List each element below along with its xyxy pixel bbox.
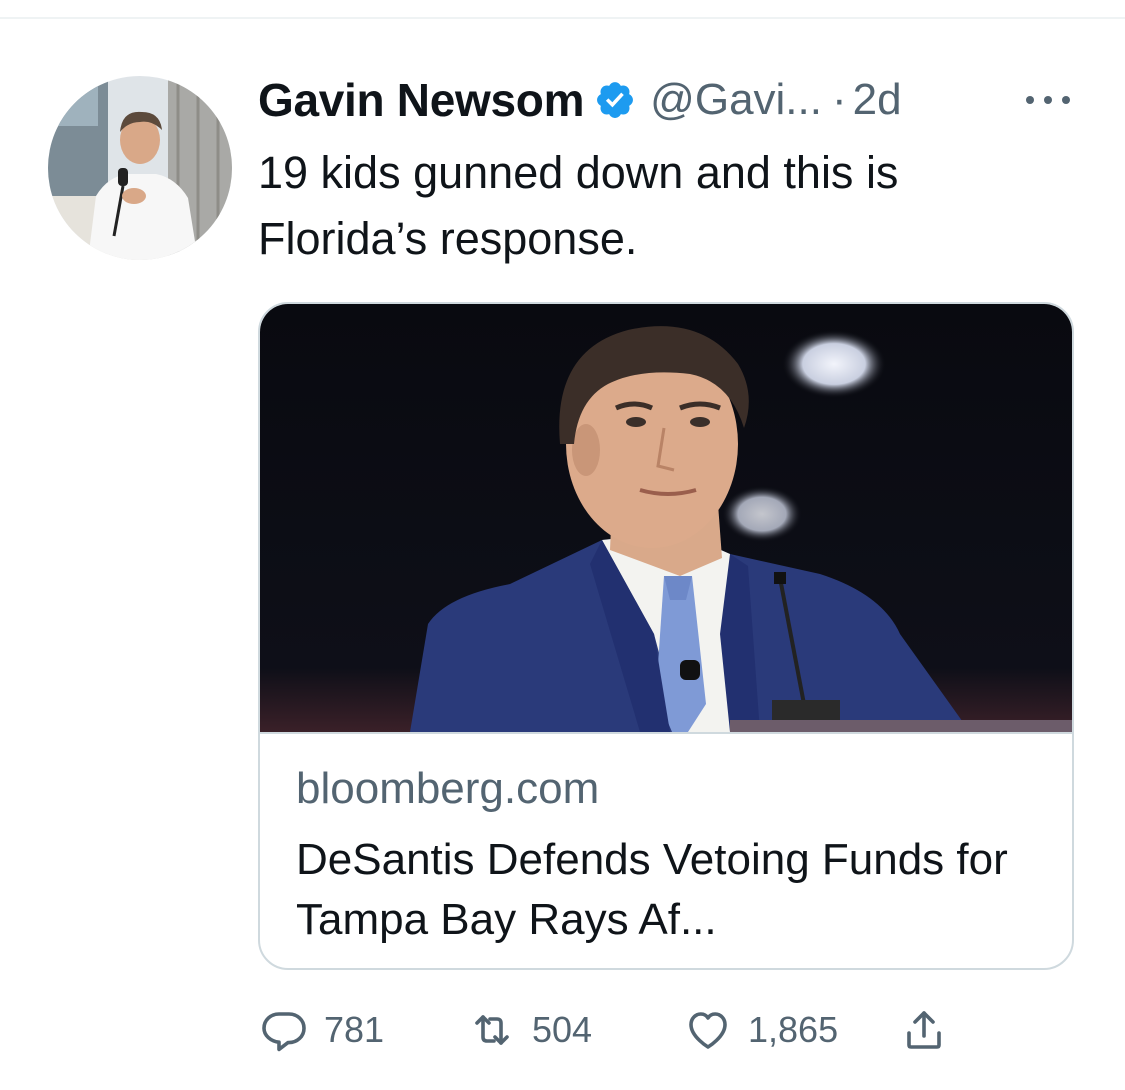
avatar[interactable] [48,76,232,260]
more-horizontal-icon[interactable] [1022,90,1074,110]
author-handle[interactable]: @Gavi... [650,75,822,125]
reply-button[interactable]: 781 [258,1000,384,1060]
separator-dot: · [831,75,847,124]
tweet-actions: 781 504 1,865 [258,1000,1078,1060]
link-card[interactable]: bloomberg.com DeSantis Defends Vetoing F… [258,302,1074,970]
tweet-timestamp[interactable]: 2d [853,75,902,125]
share-icon [898,1006,950,1054]
author-display-name[interactable]: Gavin Newsom [258,73,584,127]
share-button[interactable] [898,1000,950,1060]
retweet-button[interactable]: 504 [466,1000,592,1060]
reply-icon [258,1006,310,1054]
tweet-screen: Gavin Newsom @Gavi... · 2d 19 kids gunne… [0,0,1125,1090]
reply-count: 781 [324,1009,385,1050]
card-domain: bloomberg.com [296,764,600,813]
like-count: 1,865 [748,1009,839,1050]
article-photo [260,304,1072,734]
verified-badge-icon [594,79,636,121]
card-title: DeSantis Defends Vetoing Funds for Tampa… [296,835,1008,944]
tweet-text: 19 kids gunned down and this is Florida’… [258,147,899,264]
top-divider [0,17,1125,19]
retweet-icon [466,1006,518,1054]
tweet-header: Gavin Newsom @Gavi... · 2d [258,72,902,128]
heart-icon [682,1006,734,1054]
avatar-photo [48,76,232,260]
like-button[interactable]: 1,865 [682,1000,838,1060]
retweet-count: 504 [532,1009,593,1050]
